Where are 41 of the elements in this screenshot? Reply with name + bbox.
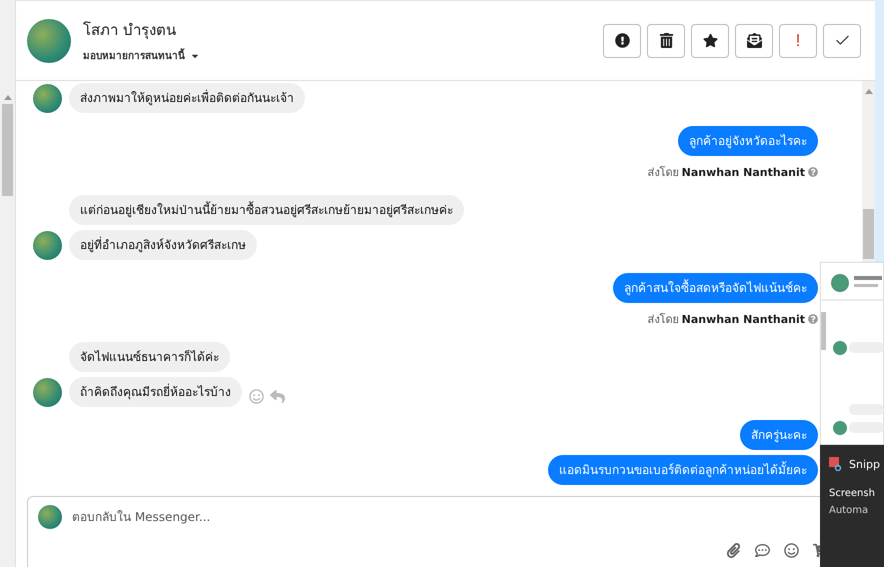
message-bubble: ส่งภาพมาให้ดูหน่อยค่ะเพื่อติดต่อกันนะเจ้า [69, 83, 305, 113]
paperclip-icon[interactable] [726, 543, 741, 558]
mail-button[interactable] [735, 24, 773, 58]
help-icon [808, 314, 818, 324]
contact-avatar [33, 378, 62, 406]
screenshot-thumbnail-drawing[interactable] [820, 262, 884, 445]
message-bubble: แต่ก่อนอยู่เชียงใหม่ป่านนี้ย้ายมาซื้อสวนอยู่ศรีสะเกษย้ายมาอยู่ศรีสะเกษค่ะ [69, 195, 464, 225]
contact-avatar [33, 230, 62, 260]
delete-button[interactable] [647, 24, 685, 58]
notification-title: Screensh [829, 487, 875, 501]
scrollbar[interactable] [0, 0, 16, 567]
sender-name: Nanwhan Nanthanit [682, 166, 805, 178]
notification-toast[interactable]: Snipp Screensh Automa [820, 445, 884, 567]
message-bubble: ลูกค้าสนใจซื้อสดหรือจัดไฟแน้นช์คะ [613, 273, 818, 303]
message-bubble: อยู่ที่อำเภอภูสิงห์จังหวัดศรีสะเกษ [69, 230, 257, 260]
contact-name: โสภา บำรุงตน [83, 20, 177, 42]
notification-text: Automa [829, 504, 868, 518]
star-button[interactable] [691, 24, 729, 58]
trash-icon [658, 33, 674, 48]
sent-by-label: ส่งโดย [648, 312, 679, 328]
message-bubble: จัดไฟแนนซ์ธนาคารก็ได้ค่ะ [69, 342, 230, 372]
message-bubble: แอดมินรบกวนขอเบอร์ติดต่อลูกค้าหน่อยได้มั้ยคะ [548, 455, 818, 485]
sender-name: Nanwhan Nanthanit [682, 312, 805, 326]
report-button[interactable] [603, 24, 641, 58]
page-avatar [38, 505, 62, 529]
chat-icon[interactable] [755, 543, 770, 558]
sent-by-label: ส่งโดย [648, 165, 679, 181]
app-name: Snipp [849, 458, 880, 470]
help-icon [808, 167, 818, 177]
open-envelope-icon [746, 33, 762, 48]
message-bubble: ถ้าคิดถึงคุณมีรถยี่ห้ออะไรบ้าง [69, 377, 242, 407]
contact-avatar [33, 84, 62, 112]
star-icon [702, 33, 718, 48]
assign-dropdown[interactable]: มอบหมายการสนทนานี้ [83, 48, 200, 63]
reply-input[interactable]: ตอบกลับใน Messenger... [72, 510, 292, 524]
mark-button[interactable]: ! [779, 24, 817, 58]
message-bubble: ลูกค้าอยู่จังหวัดอะไรคะ [678, 126, 818, 156]
alert-icon [614, 33, 630, 48]
message-bubble: สักครู่นะคะ [740, 420, 818, 450]
smiley-icon[interactable] [784, 543, 799, 558]
contact-avatar [27, 18, 71, 62]
